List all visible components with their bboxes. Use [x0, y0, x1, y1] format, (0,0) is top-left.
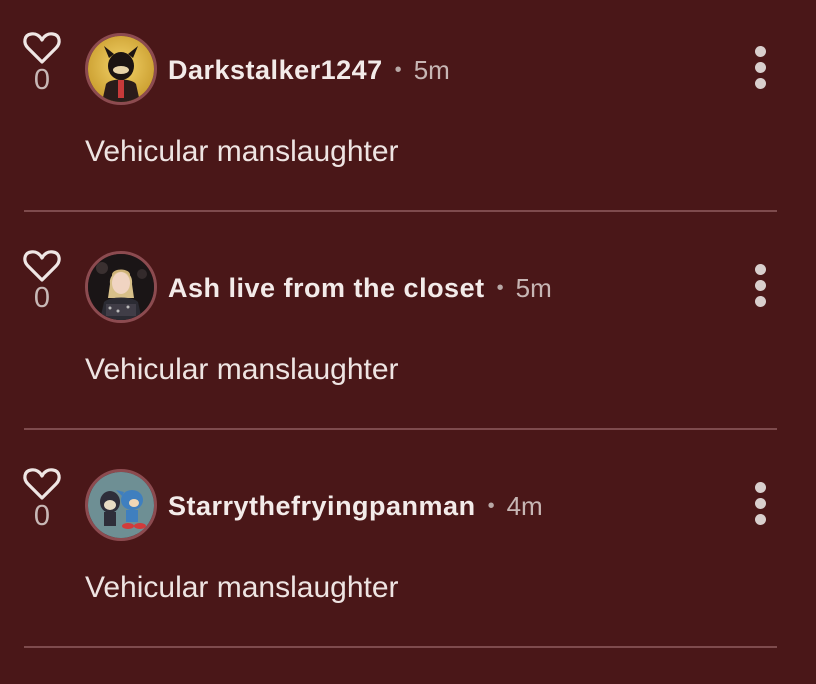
like-count: 0	[33, 282, 51, 314]
comment-text: Vehicular manslaughter	[85, 353, 399, 386]
comment-header: Ash live from the closet • 5m	[168, 268, 552, 308]
heart-icon[interactable]	[22, 248, 62, 284]
more-options-icon[interactable]	[748, 482, 772, 526]
cartoon-demon-avatar-icon	[88, 36, 154, 102]
timestamp: 4m	[506, 490, 543, 521]
comment-header: Darkstalker1247 • 5m	[168, 50, 450, 90]
like-count: 0	[33, 64, 51, 96]
avatar[interactable]	[85, 469, 157, 541]
timestamp: 5m	[413, 54, 450, 85]
comment-header: Starrythefryingpanman • 4m	[168, 486, 543, 526]
heart-icon[interactable]	[22, 466, 62, 502]
cartoon-characters-avatar-icon	[88, 472, 154, 538]
comment-item: 0 Darkstalker1247 • 5m Vehicular manslau…	[0, 30, 816, 248]
heart-icon[interactable]	[22, 30, 62, 66]
comment-text: Vehicular manslaughter	[85, 571, 399, 604]
comment-text: Vehicular manslaughter	[85, 135, 399, 168]
divider	[24, 428, 777, 430]
divider	[24, 210, 777, 212]
more-options-icon[interactable]	[748, 264, 772, 308]
like-column: 0	[22, 248, 62, 314]
avatar[interactable]	[85, 251, 157, 323]
performer-photo-avatar-icon	[88, 254, 154, 320]
timestamp: 5m	[515, 272, 552, 303]
username[interactable]: Darkstalker1247	[168, 55, 383, 86]
more-options-icon[interactable]	[748, 46, 772, 90]
separator-dot: •	[496, 276, 504, 299]
like-column: 0	[22, 30, 62, 96]
separator-dot: •	[487, 494, 495, 517]
like-count: 0	[33, 500, 51, 532]
avatar[interactable]	[85, 33, 157, 105]
divider	[24, 646, 777, 648]
comment-item: 0 Ash live from the closet • 5m Vehicula…	[0, 248, 816, 466]
like-column: 0	[22, 466, 62, 532]
comment-item: 0 Starrythefryingpanman • 4m Vehicular m…	[0, 466, 816, 684]
separator-dot: •	[394, 58, 402, 81]
username[interactable]: Ash live from the closet	[168, 273, 485, 304]
username[interactable]: Starrythefryingpanman	[168, 491, 476, 522]
